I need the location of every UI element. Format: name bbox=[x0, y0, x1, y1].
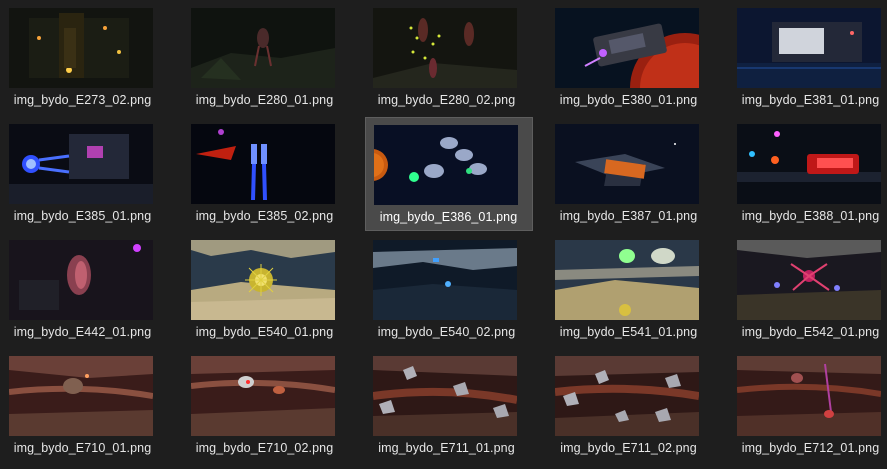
file-name-label[interactable]: img_bydo_E542_01.png bbox=[728, 325, 887, 339]
thumbnail-image bbox=[555, 124, 699, 204]
file-tile[interactable]: img_bydo_E380_01.png bbox=[546, 0, 714, 114]
file-thumbnail-grid: img_bydo_E273_02.png img_bydo_E280_01.png… bbox=[0, 0, 887, 469]
file-tile[interactable]: img_bydo_E712_01.png bbox=[728, 348, 887, 462]
file-tile[interactable]: img_bydo_E711_02.png bbox=[546, 348, 714, 462]
file-tile[interactable]: img_bydo_E540_02.png bbox=[364, 232, 532, 346]
file-thumbnail[interactable] bbox=[737, 8, 881, 88]
thumbnail-image bbox=[9, 124, 153, 204]
file-name-label[interactable]: img_bydo_E386_01.png bbox=[366, 210, 531, 224]
thumbnail-image bbox=[191, 8, 335, 88]
file-tile[interactable]: img_bydo_E273_02.png bbox=[0, 0, 168, 114]
file-name-label[interactable]: img_bydo_E381_01.png bbox=[728, 93, 887, 107]
thumbnail-image bbox=[737, 8, 881, 88]
file-name-label[interactable]: img_bydo_E710_01.png bbox=[0, 441, 165, 455]
thumbnail-image bbox=[737, 356, 881, 436]
file-name-label[interactable]: img_bydo_E280_01.png bbox=[182, 93, 347, 107]
file-thumbnail[interactable] bbox=[373, 240, 517, 320]
file-tile[interactable]: img_bydo_E385_01.png bbox=[0, 116, 168, 230]
thumbnail-image bbox=[555, 356, 699, 436]
file-thumbnail[interactable] bbox=[9, 240, 153, 320]
thumbnail-image bbox=[9, 240, 153, 320]
file-name-label[interactable]: img_bydo_E540_02.png bbox=[364, 325, 529, 339]
file-name-label[interactable]: img_bydo_E380_01.png bbox=[546, 93, 711, 107]
file-tile[interactable]: img_bydo_E540_01.png bbox=[182, 232, 350, 346]
thumbnail-image bbox=[9, 356, 153, 436]
file-name-label[interactable]: img_bydo_E711_01.png bbox=[364, 441, 529, 455]
file-name-label[interactable]: img_bydo_E385_02.png bbox=[182, 209, 347, 223]
thumbnail-image bbox=[191, 124, 335, 204]
file-tile[interactable]: img_bydo_E542_01.png bbox=[728, 232, 887, 346]
file-tile[interactable]: img_bydo_E387_01.png bbox=[546, 116, 714, 230]
file-thumbnail[interactable] bbox=[373, 356, 517, 436]
file-thumbnail[interactable] bbox=[191, 8, 335, 88]
thumbnail-image bbox=[737, 240, 881, 320]
file-thumbnail[interactable] bbox=[9, 8, 153, 88]
thumbnail-image bbox=[373, 8, 517, 88]
file-thumbnail[interactable] bbox=[555, 8, 699, 88]
file-thumbnail[interactable] bbox=[555, 124, 699, 204]
file-tile[interactable]: img_bydo_E280_02.png bbox=[364, 0, 532, 114]
file-thumbnail[interactable] bbox=[737, 356, 881, 436]
file-tile[interactable]: img_bydo_E381_01.png bbox=[728, 0, 887, 114]
thumbnail-image bbox=[191, 356, 335, 436]
file-name-label[interactable]: img_bydo_E442_01.png bbox=[0, 325, 165, 339]
file-thumbnail[interactable] bbox=[555, 240, 699, 320]
file-tile[interactable]: img_bydo_E541_01.png bbox=[546, 232, 714, 346]
file-thumbnail[interactable] bbox=[191, 356, 335, 436]
thumbnail-image bbox=[373, 356, 517, 436]
file-name-label[interactable]: img_bydo_E711_02.png bbox=[546, 441, 711, 455]
file-thumbnail[interactable] bbox=[373, 8, 517, 88]
file-name-label[interactable]: img_bydo_E540_01.png bbox=[182, 325, 347, 339]
thumbnail-image bbox=[373, 240, 517, 320]
file-tile[interactable]: img_bydo_E385_02.png bbox=[182, 116, 350, 230]
thumbnail-image bbox=[374, 125, 518, 205]
thumbnail-image bbox=[9, 8, 153, 88]
file-thumbnail[interactable] bbox=[737, 240, 881, 320]
file-name-label[interactable]: img_bydo_E273_02.png bbox=[0, 93, 165, 107]
file-tile[interactable]: img_bydo_E442_01.png bbox=[0, 232, 168, 346]
thumbnail-image bbox=[555, 240, 699, 320]
file-tile[interactable]: img_bydo_E710_02.png bbox=[182, 348, 350, 462]
file-thumbnail[interactable] bbox=[374, 125, 518, 205]
file-tile[interactable]: img_bydo_E711_01.png bbox=[364, 348, 532, 462]
file-thumbnail[interactable] bbox=[191, 240, 335, 320]
file-thumbnail[interactable] bbox=[191, 124, 335, 204]
file-name-label[interactable]: img_bydo_E541_01.png bbox=[546, 325, 711, 339]
file-tile[interactable]: img_bydo_E388_01.png bbox=[728, 116, 887, 230]
thumbnail-image bbox=[737, 124, 881, 204]
file-name-label[interactable]: img_bydo_E712_01.png bbox=[728, 441, 887, 455]
thumbnail-image bbox=[191, 240, 335, 320]
file-name-label[interactable]: img_bydo_E385_01.png bbox=[0, 209, 165, 223]
file-name-label[interactable]: img_bydo_E710_02.png bbox=[182, 441, 347, 455]
file-tile[interactable]: img_bydo_E280_01.png bbox=[182, 0, 350, 114]
file-name-label[interactable]: img_bydo_E387_01.png bbox=[546, 209, 711, 223]
file-thumbnail[interactable] bbox=[555, 356, 699, 436]
file-tile[interactable]: img_bydo_E710_01.png bbox=[0, 348, 168, 462]
file-thumbnail[interactable] bbox=[9, 124, 153, 204]
file-thumbnail[interactable] bbox=[737, 124, 881, 204]
file-name-label[interactable]: img_bydo_E280_02.png bbox=[364, 93, 529, 107]
file-name-label[interactable]: img_bydo_E388_01.png bbox=[728, 209, 887, 223]
file-tile[interactable]: img_bydo_E386_01.png bbox=[365, 117, 533, 231]
thumbnail-image bbox=[555, 8, 699, 88]
file-thumbnail[interactable] bbox=[9, 356, 153, 436]
